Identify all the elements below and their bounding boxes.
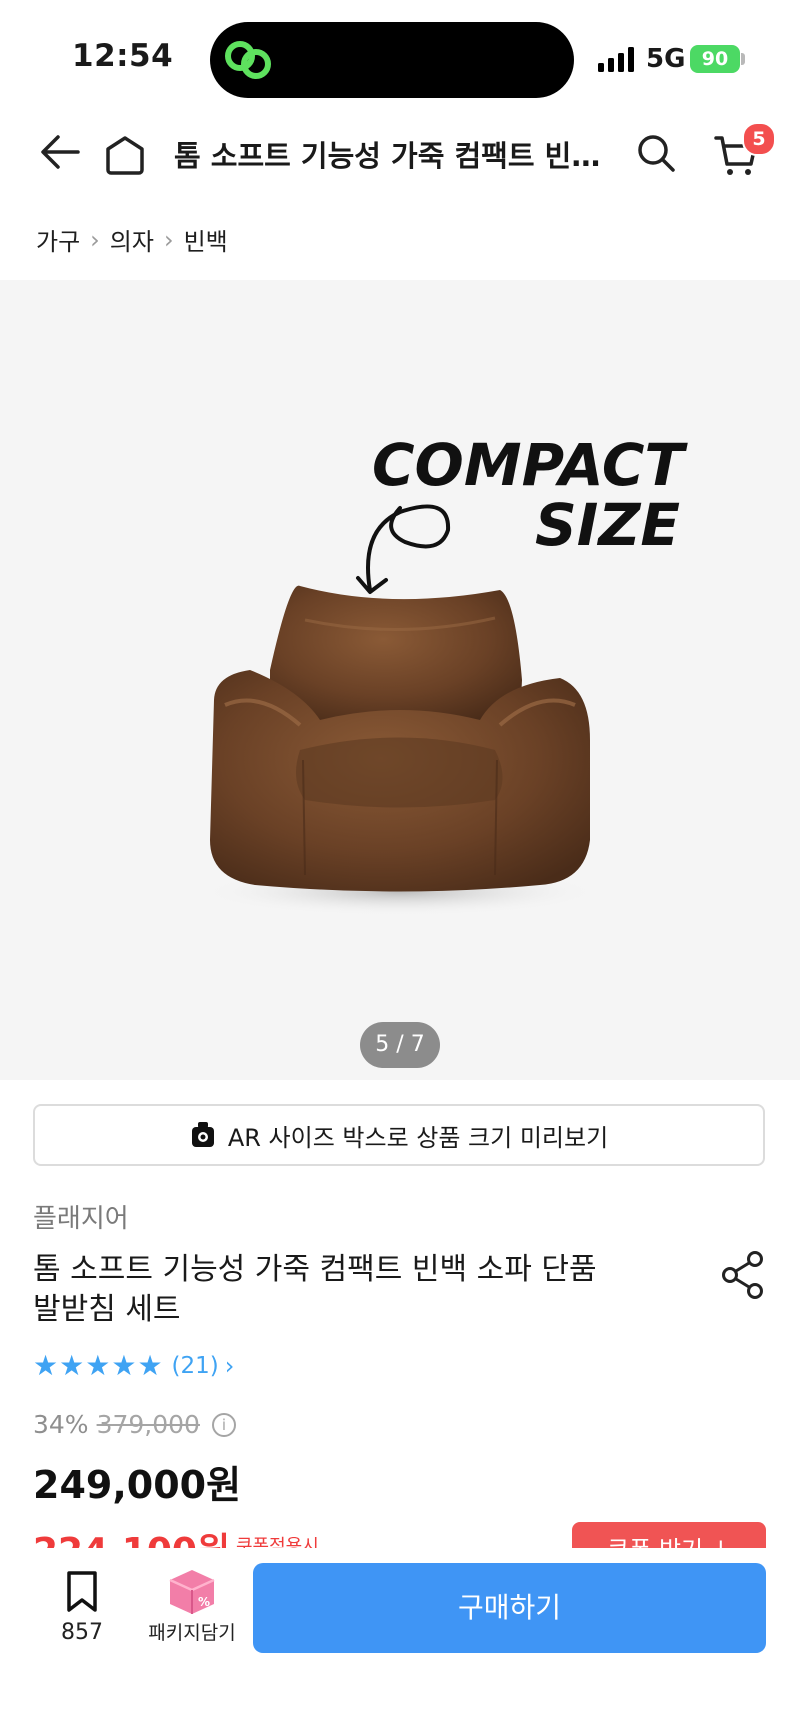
sale-price: 249,000원 [33, 1463, 242, 1507]
svg-text:%: % [198, 1595, 210, 1609]
signal-icon [598, 46, 638, 72]
star-icon: ★ [111, 1349, 137, 1382]
star-icon: ★ [85, 1349, 111, 1382]
discount-row: 34% 379,000 i [33, 1410, 236, 1439]
ar-button-label: AR 사이즈 박스로 상품 크기 미리보기 [227, 1123, 609, 1152]
overlay-text-compact: COMPACT [372, 431, 688, 499]
coupon-price: 224,100원 [33, 1522, 230, 1548]
add-package-label[interactable]: 패키지담기 [138, 1618, 246, 1645]
battery-tip [741, 53, 745, 65]
chevron-right-icon: › [224, 1352, 235, 1380]
breadcrumb-item-beanbag[interactable]: 빈백 [184, 222, 228, 257]
share-icon[interactable] [720, 1250, 766, 1300]
breadcrumb-item-chair[interactable]: 의자 [110, 222, 154, 257]
status-time: 12:54 [72, 38, 174, 74]
page-title: 톰 소프트 기능성 가죽 컴팩트 빈백 소파 단품 발받침 세트 [174, 139, 614, 173]
star-icon: ★ [33, 1349, 59, 1382]
star-icon: ★ [59, 1349, 85, 1382]
star-icon: ★ [137, 1349, 163, 1382]
carousel-page-indicator: 5 / 7 [360, 1022, 440, 1068]
original-price: 379,000 [96, 1410, 200, 1439]
chevron-right-icon: › [90, 225, 100, 254]
beanbag-sofa-image: COMPACT SIZE [200, 431, 688, 916]
breadcrumb: 가구 › 의자 › 빈백 [36, 222, 228, 257]
brand-name[interactable]: 플래지어 [33, 1198, 129, 1235]
rating-summary[interactable]: ★ ★ ★ ★ ★ (21) › [33, 1349, 235, 1382]
bookmark-icon[interactable] [54, 1570, 110, 1614]
search-icon[interactable] [636, 133, 676, 173]
cart-count-badge: 5 [742, 122, 776, 156]
product-title-line2: 발받침 세트 [33, 1292, 181, 1327]
product-title-line1: 톰 소프트 기능성 가죽 컴팩트 빈백 소파 단품 [33, 1252, 597, 1287]
buy-button[interactable]: 구매하기 [253, 1563, 766, 1653]
get-coupon-button[interactable]: 쿠폰 받기 ↓ [572, 1522, 766, 1548]
camera-icon [191, 1122, 214, 1147]
product-title: 톰 소프트 기능성 가죽 컴팩트 빈백 소파 단품 발받침 세트 [33, 1250, 633, 1330]
package-box-icon[interactable]: % [140, 1568, 244, 1616]
home-icon[interactable] [104, 134, 146, 176]
coupon-row: 224,100원 쿠폰적용시 쿠폰 받기 ↓ [0, 1522, 800, 1548]
battery-level: 90 [701, 48, 729, 70]
product-image-carousel[interactable]: COMPACT SIZE [0, 280, 800, 1080]
breadcrumb-item-furniture[interactable]: 가구 [36, 222, 80, 257]
ar-size-preview-button[interactable]: AR 사이즈 박스로 상품 크기 미리보기 [33, 1104, 765, 1166]
chevron-right-icon: › [163, 225, 174, 254]
discount-rate: 34% [33, 1410, 89, 1439]
app-activity-icon [225, 41, 271, 79]
review-count: (21) [171, 1353, 219, 1379]
battery-icon: 90 [690, 45, 740, 73]
bookmark-count: 857 [61, 1620, 103, 1645]
network-type: 5G [646, 44, 686, 74]
back-arrow-icon[interactable] [38, 132, 82, 172]
overlay-text-size: SIZE [535, 491, 680, 559]
info-icon[interactable]: i [211, 1412, 236, 1437]
coupon-applied-label: 쿠폰적용시 [236, 1536, 319, 1548]
